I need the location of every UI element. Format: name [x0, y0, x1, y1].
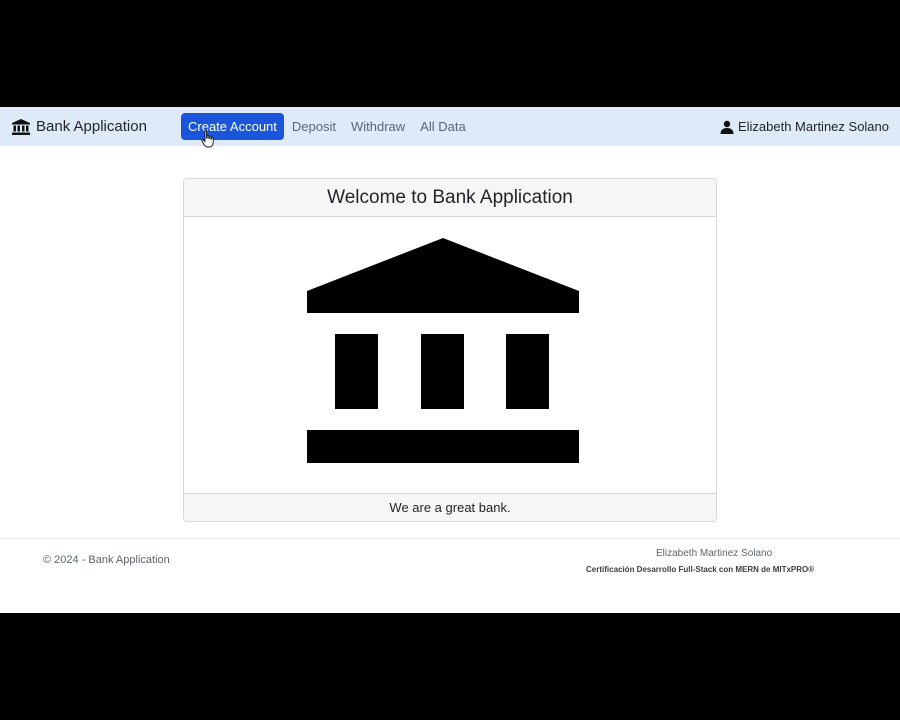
app-window: Bank Application Create Account Deposit … [0, 107, 900, 614]
footer-certification: Certificación Desarrollo Full-Stack con … [586, 565, 815, 574]
copyright-text: © 2024 - Bank Application [43, 554, 170, 566]
user-menu[interactable]: Elizabeth Martinez Solano [720, 107, 889, 146]
bank-building-icon [307, 238, 579, 463]
user-name: Elizabeth Martinez Solano [737, 119, 889, 134]
person-icon [720, 120, 734, 134]
card-footer-text: We are a great bank. [184, 493, 716, 521]
page-footer: © 2024 - Bank Application Elizabeth Mart… [0, 538, 900, 614]
nav-all-data[interactable]: All Data [413, 113, 473, 140]
nav-create-account[interactable]: Create Account [181, 113, 284, 140]
footer-author: Elizabeth Martinez Solano [656, 548, 773, 559]
card-title: Welcome to Bank Application [184, 179, 716, 217]
brand-link[interactable]: Bank Application [12, 107, 147, 146]
bank-icon [12, 118, 30, 135]
nav-deposit[interactable]: Deposit [285, 113, 343, 140]
pointer-cursor-icon [201, 130, 214, 148]
navbar: Bank Application Create Account Deposit … [0, 107, 900, 148]
nav-withdraw[interactable]: Withdraw [344, 113, 412, 140]
letterbox-bottom [0, 613, 900, 720]
welcome-card: Welcome to Bank Application We are a gre… [183, 178, 717, 522]
nav-links: Create Account Deposit Withdraw All Data [181, 113, 474, 140]
letterbox-top [0, 0, 900, 107]
brand-label: Bank Application [36, 118, 147, 135]
card-body [184, 217, 716, 494]
